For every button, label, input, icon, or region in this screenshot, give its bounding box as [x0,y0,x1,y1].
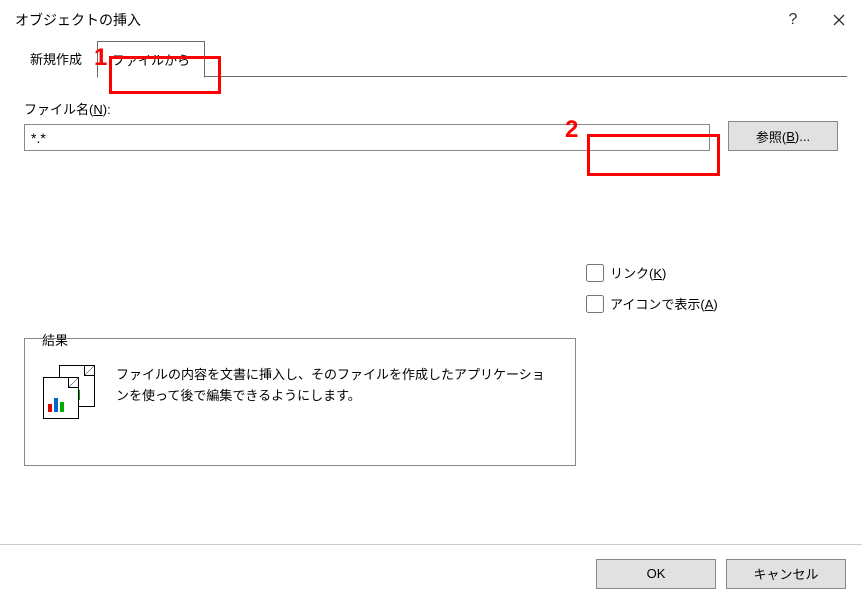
cancel-button[interactable]: キャンセル [726,559,846,589]
dialog-title: オブジェクトの挿入 [15,10,770,30]
link-checkbox[interactable] [586,264,604,282]
embedded-object-icon [43,365,98,420]
dialog-button-bar: OK キャンセル [0,544,862,602]
insert-object-dialog: オブジェクトの挿入 ? 新規作成 ファイルから ファイル名(N): 参照(B).… [0,0,862,602]
tab-strip: 新規作成 ファイルから [15,40,847,77]
close-icon [833,14,845,26]
link-label: リンク(K) [610,263,666,282]
tab-from-file[interactable]: ファイルから [97,41,205,78]
result-groupbox: ファイルの内容を文書に挿入し、そのファイルを作成したアプリケーションを使って後で… [24,338,576,466]
help-button[interactable]: ? [770,0,816,40]
icon-display-checkbox[interactable] [586,295,604,313]
result-description: ファイルの内容を文書に挿入し、そのファイルを作成したアプリケーションを使って後で… [116,365,557,407]
titlebar: オブジェクトの挿入 ? [0,0,862,40]
link-checkbox-row[interactable]: リンク(K) [586,263,718,282]
tab-create-new[interactable]: 新規作成 [15,40,97,77]
close-button[interactable] [816,0,862,40]
filename-input[interactable] [24,124,710,151]
browse-button[interactable]: 参照(B)... [728,121,838,151]
icon-display-label: アイコンで表示(A) [610,294,718,313]
filename-label: ファイル名(N): [24,99,710,118]
ok-button[interactable]: OK [596,559,716,589]
icon-display-checkbox-row[interactable]: アイコンで表示(A) [586,294,718,313]
